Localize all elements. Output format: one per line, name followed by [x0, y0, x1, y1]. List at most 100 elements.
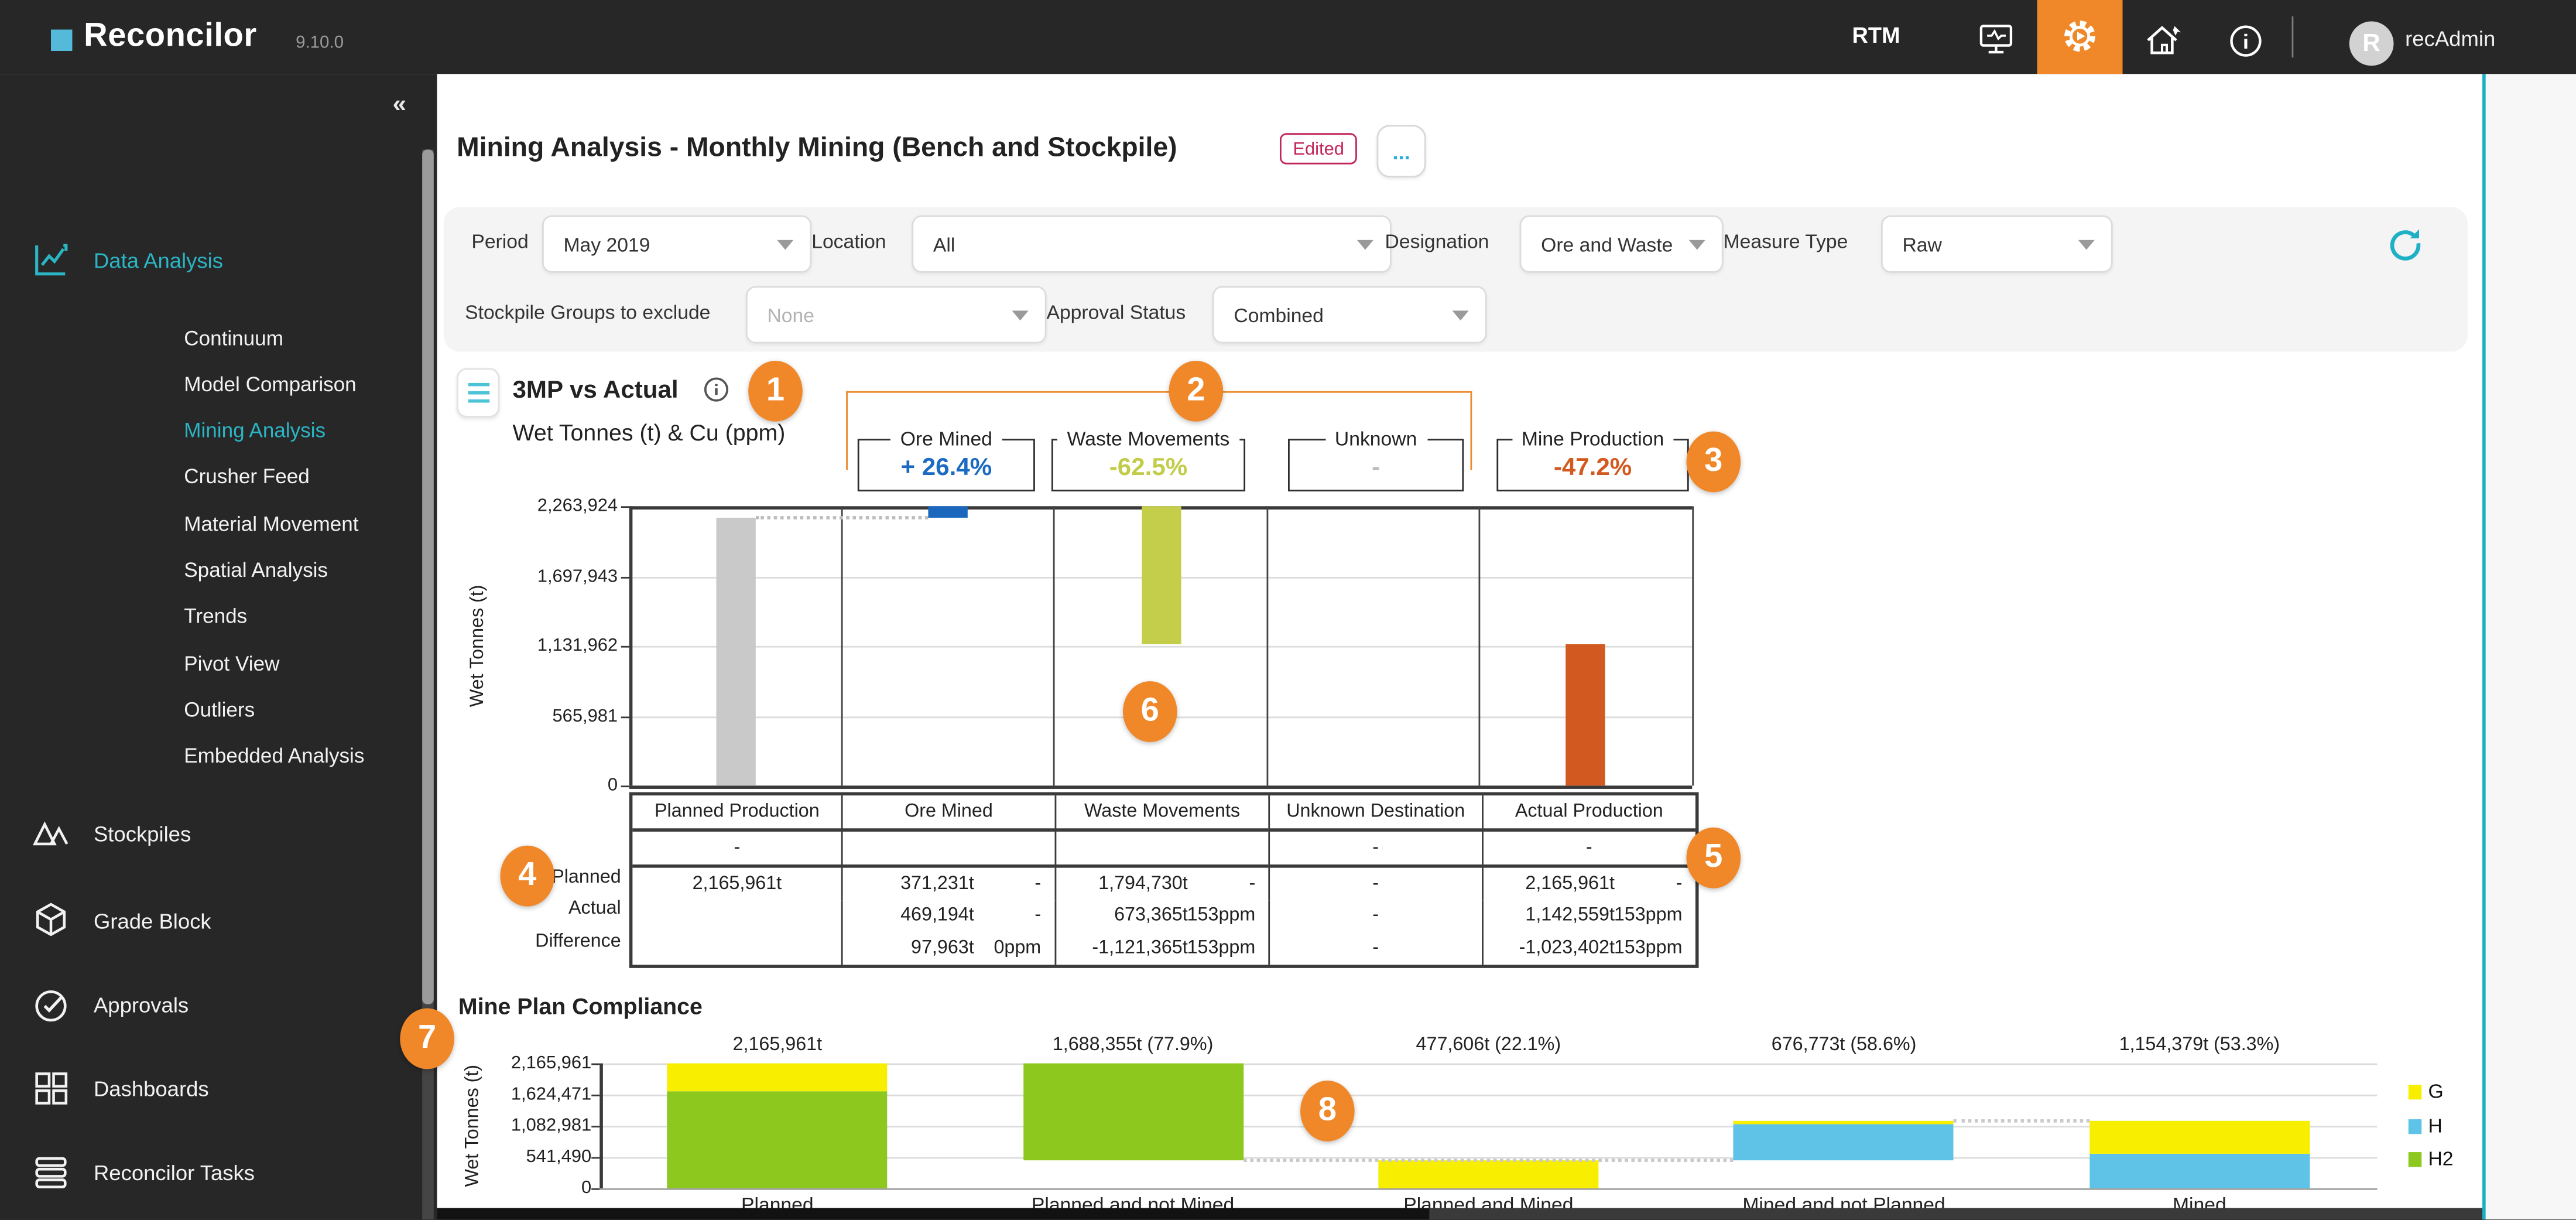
cell-grade: -: [1676, 874, 1683, 894]
bar-value-label: 676,773t (58.6%): [1771, 1035, 1917, 1055]
sidebar-item-stockpiles[interactable]: Stockpiles: [0, 814, 420, 853]
page-title: Mining Analysis - Monthly Mining (Bench …: [457, 133, 1177, 163]
bar-segment-mined-and-not-planned-h: [1734, 1123, 1954, 1161]
y-tick-label: 2,263,924: [537, 496, 618, 517]
sidebar-item-crusher-feed[interactable]: Crusher Feed: [0, 456, 420, 495]
sidebar-item-approvals[interactable]: Approvals: [0, 985, 420, 1024]
legend-item-g: G: [2408, 1079, 2444, 1103]
dropdown-period[interactable]: May 2019: [542, 215, 812, 273]
sidebar-item-outliers[interactable]: Outliers: [0, 689, 420, 729]
sidebar-item-continuum[interactable]: Continuum: [0, 318, 420, 357]
dropdown-location[interactable]: All: [912, 215, 1392, 273]
gridline: [629, 645, 1693, 648]
dropdown-designation[interactable]: Ore and Waste: [1519, 215, 1724, 273]
cell-tonnes: 469,194t: [900, 905, 974, 926]
filter-label-stockpile-groups-to-exclude: Stockpile Groups to exclude: [465, 300, 711, 324]
filter-label-measure-type: Measure Type: [1723, 230, 1848, 254]
sidebar-collapse-icon[interactable]: «: [393, 90, 406, 118]
cell-grade: 153ppm: [1614, 905, 1683, 926]
legend-swatch: [2408, 1084, 2422, 1099]
kpi-label: Mine Production: [1512, 427, 1674, 450]
right-panel: [2482, 73, 2576, 1220]
sidebar-item-pivot-view[interactable]: Pivot View: [0, 644, 420, 683]
table-cell: 2,165,961t: [632, 868, 841, 900]
dropdown-measure-type[interactable]: Raw: [1881, 215, 2113, 273]
rtm-label[interactable]: RTM: [1843, 23, 1909, 47]
monitor-icon[interactable]: [1975, 23, 2017, 54]
cell-tonnes: 2,165,961t: [1525, 874, 1615, 894]
sidebar-item-reconcilor-tasks[interactable]: Reconcilor Tasks: [0, 1153, 420, 1192]
table-dash-cell: -: [632, 832, 842, 868]
table-header-ore-mined: Ore Mined: [841, 795, 1054, 832]
reference-line: [1243, 1159, 1734, 1163]
dash-value: -: [1585, 838, 1592, 858]
info-icon[interactable]: [2228, 23, 2270, 57]
sidebar-item-material-movement[interactable]: Material Movement: [0, 504, 420, 543]
chart1-subtitle: Wet Tonnes (t) & Cu (ppm): [512, 419, 786, 446]
table-cell: 2,165,961t -: [1481, 867, 1695, 900]
bar-value-label: 2,165,961t: [732, 1035, 823, 1055]
table-cell: 371,231t -: [841, 867, 1054, 900]
home-pin-icon[interactable]: [2140, 23, 2183, 54]
chevron-down-icon: [1688, 239, 1705, 250]
annotation-badge-6: 6: [1122, 681, 1177, 742]
logo-square-icon: [50, 29, 73, 51]
app-screen: Reconcilor 9.10.0 RTM R recAdmin « Data …: [0, 0, 2576, 1220]
annotation-badge-7: 7: [400, 1008, 454, 1069]
table-dash-cell: -: [1481, 831, 1695, 868]
sidebar-item-dashboards[interactable]: Dashboards: [0, 1069, 420, 1108]
check-circle-icon: [30, 982, 76, 1028]
sidebar-item-trends[interactable]: Trends: [0, 596, 420, 635]
table-header-planned-production: Planned Production: [632, 795, 842, 832]
results-table: Planned Production Ore Mined Waste Movemen…: [629, 792, 1699, 968]
y-tick-label: 1,697,943: [537, 566, 618, 586]
app-logo: Reconcilor: [84, 18, 257, 54]
avatar[interactable]: R: [2349, 21, 2394, 66]
bar-segment-mined-and-not-planned-g: [1734, 1122, 1954, 1124]
topbar-divider: [2291, 16, 2294, 58]
filter-label-designation: Designation: [1385, 230, 1489, 254]
chart-menu-button[interactable]: [457, 368, 500, 418]
refresh-icon[interactable]: [2385, 224, 2424, 263]
top-bar: Reconcilor 9.10.0 RTM R recAdmin: [0, 0, 2576, 73]
more-options-button[interactable]: ...: [1376, 125, 1426, 178]
horizontal-scrollbar-thumb[interactable]: [437, 1207, 1430, 1220]
table-cell: -: [1268, 867, 1481, 900]
dropdown-value: All: [933, 233, 955, 256]
legend-swatch: [2408, 1151, 2422, 1166]
cell-tonnes: 371,231t: [900, 874, 974, 894]
sidebar-item-label: Spatial Analysis: [184, 558, 328, 581]
annotation-badge-2: 2: [1169, 360, 1224, 422]
chart-info-icon[interactable]: [703, 377, 729, 403]
filter-label-approval-status: Approval Status: [1046, 300, 1186, 324]
sidebar: « Data Analysis Continuum Model Comparison…: [0, 73, 437, 1220]
legend-label: G: [2428, 1079, 2444, 1103]
annotation-badge-3: 3: [1686, 431, 1741, 493]
sidebar-item-grade-block[interactable]: Grade Block: [0, 901, 420, 941]
dropdown-approval-status[interactable]: Combined: [1212, 286, 1487, 344]
table-cell: [632, 900, 841, 932]
kpi-value: -47.2%: [1553, 453, 1632, 482]
table-dash-cell: [1054, 831, 1269, 868]
tick-mark: [621, 645, 629, 648]
sidebar-scrollbar-thumb[interactable]: [422, 148, 434, 1004]
table-cell: 469,194t -: [841, 900, 1054, 932]
sidebar-item-data-analysis[interactable]: Data Analysis: [0, 241, 420, 280]
y-axis-title: Wet Tonnes (t): [463, 1064, 483, 1187]
sidebar-item-spatial-analysis[interactable]: Spatial Analysis: [0, 550, 420, 589]
sidebar-item-label: Material Movement: [184, 512, 359, 535]
cell-grade: 153ppm: [1614, 938, 1683, 958]
annotation-badge-8: 8: [1300, 1081, 1355, 1142]
sidebar-item-label: Crusher Feed: [184, 464, 310, 488]
dropdown-stockpile-groups-to-exclude[interactable]: None: [745, 286, 1047, 344]
sidebar-item-model-comparison[interactable]: Model Comparison: [0, 364, 420, 404]
settings-active-tab[interactable]: [2037, 0, 2123, 73]
sidebar-item-mining-analysis[interactable]: Mining Analysis: [0, 410, 420, 449]
chevron-down-icon: [2078, 239, 2095, 250]
username[interactable]: recAdmin: [2405, 26, 2495, 51]
chart1-title: 3MP vs Actual: [512, 376, 679, 405]
chevron-down-icon: [777, 239, 794, 250]
sidebar-item-embedded-analysis[interactable]: Embedded Analysis: [0, 736, 420, 775]
table-cell: -: [1268, 932, 1481, 964]
sidebar-item-label: Trends: [184, 604, 248, 627]
